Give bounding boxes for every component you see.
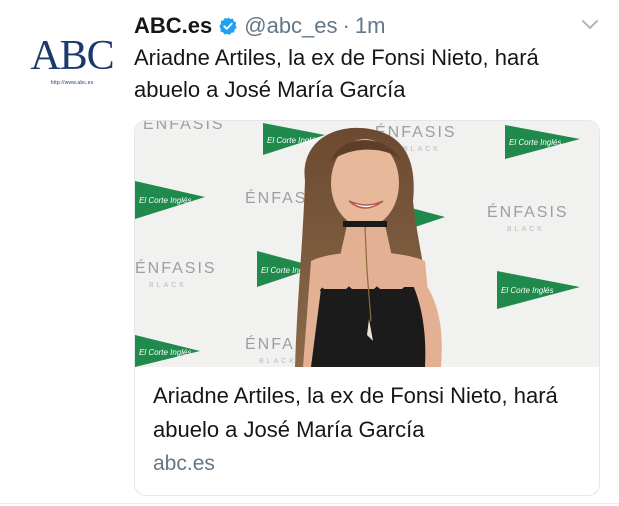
separator-dot: ·: [342, 13, 350, 38]
backdrop-logo-text: El Corte Inglés: [509, 138, 561, 147]
tweet[interactable]: ABC http://www.abc.es ABC.es @abc_es · 1…: [0, 0, 619, 506]
backdrop-sublabel: BLACK: [259, 358, 297, 365]
backdrop-sublabel: BLACK: [403, 146, 441, 153]
divider: [0, 503, 619, 504]
chevron-down-icon[interactable]: [580, 18, 600, 32]
verified-badge-icon: [219, 17, 237, 35]
backdrop-label: ÉNFASIS: [487, 202, 569, 221]
avatar-logo-text: ABC: [30, 33, 114, 79]
backdrop-label: ÉNFASIS: [143, 121, 225, 133]
avatar[interactable]: ABC http://www.abc.es: [26, 33, 118, 96]
backdrop-logo-text: El Corte Inglés: [501, 286, 553, 295]
link-card[interactable]: El Corte Inglés El Corte Inglés El Corte…: [134, 120, 600, 496]
display-name[interactable]: ABC.es: [134, 13, 212, 39]
timestamp[interactable]: 1m: [355, 13, 386, 39]
backdrop-sublabel: BLACK: [149, 282, 187, 289]
tweet-header: ABC.es @abc_es · 1m: [134, 10, 385, 42]
card-title[interactable]: Ariadne Artiles, la ex de Fonsi Nieto, h…: [153, 379, 587, 447]
card-domain[interactable]: abc.es: [153, 449, 587, 479]
backdrop-label: ÉNFASIS: [135, 258, 217, 277]
tweet-text: Ariadne Artiles, la ex de Fonsi Nieto, h…: [134, 45, 539, 102]
backdrop-logo-text: El Corte Inglés: [267, 136, 319, 145]
avatar-tagline: http://www.abc.es: [50, 80, 94, 86]
backdrop-sublabel: BLACK: [507, 226, 545, 233]
card-image[interactable]: El Corte Inglés El Corte Inglés El Corte…: [135, 121, 600, 367]
handle[interactable]: @abc_es: [244, 13, 337, 39]
backdrop-logo-text: El Corte Inglés: [139, 348, 191, 357]
card-body[interactable]: Ariadne Artiles, la ex de Fonsi Nieto, h…: [153, 379, 587, 479]
backdrop-logo-text: El Corte Inglés: [139, 196, 191, 205]
